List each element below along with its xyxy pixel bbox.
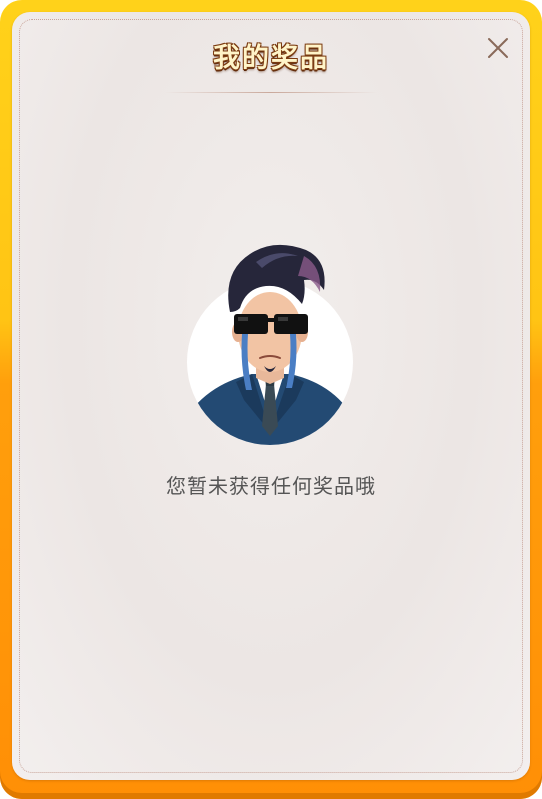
crying-man-sunglasses-icon (187, 244, 353, 445)
title-divider (165, 92, 377, 93)
close-button[interactable] (484, 34, 512, 62)
close-icon (488, 38, 508, 58)
modal-title: 我的奖品 (213, 43, 329, 74)
empty-state-message: 您暂未获得任何奖品哦 (166, 474, 376, 498)
empty-state-avatar (186, 232, 358, 446)
modal-header: 我的奖品 (0, 36, 542, 75)
